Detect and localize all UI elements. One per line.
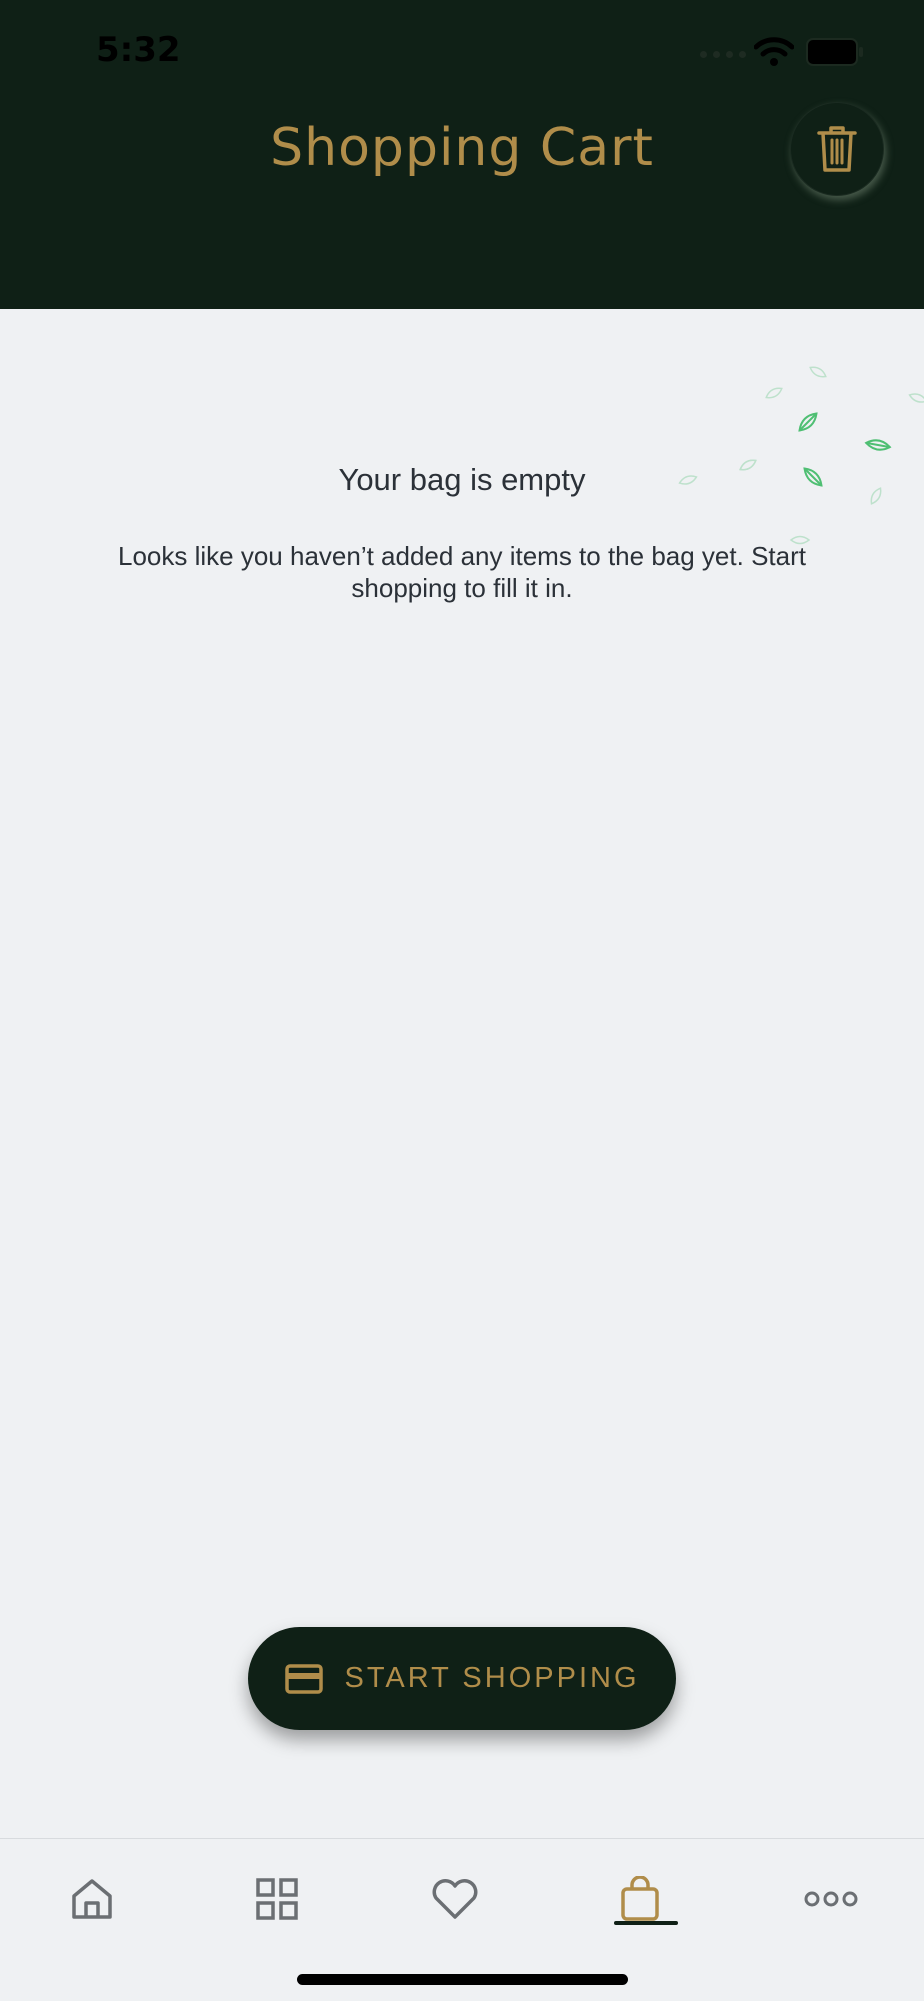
credit-card-icon [284, 1663, 323, 1694]
header: 5:32 Shopping Cart [0, 0, 924, 309]
page-title: Shopping Cart [270, 118, 654, 178]
tab-bag[interactable] [600, 1859, 680, 1939]
shopping-bag-icon [621, 1876, 659, 1921]
trash-icon [817, 126, 857, 172]
start-shopping-label: START SHOPPING [344, 1662, 640, 1694]
tab-favorites[interactable] [415, 1859, 495, 1939]
heart-icon [432, 1879, 478, 1919]
tab-categories[interactable] [237, 1859, 317, 1939]
start-shopping-button[interactable]: START SHOPPING [248, 1627, 676, 1730]
decorative-leaves [678, 366, 924, 545]
empty-state-description: Looks like you haven’t added any items t… [118, 541, 806, 603]
home-indicator [297, 1974, 628, 1985]
battery-icon [806, 38, 863, 66]
wifi-icon [754, 37, 794, 66]
tab-home[interactable] [52, 1859, 132, 1939]
cellular-signal-icon [700, 51, 746, 58]
tab-more[interactable] [791, 1859, 871, 1939]
more-icon [804, 1891, 858, 1907]
home-icon [72, 1879, 112, 1919]
grid-icon [256, 1878, 298, 1920]
status-time: 5:32 [96, 30, 181, 70]
empty-state-title: Your bag is empty [338, 462, 586, 497]
clear-cart-button[interactable] [790, 102, 884, 196]
active-tab-indicator [614, 1921, 678, 1925]
